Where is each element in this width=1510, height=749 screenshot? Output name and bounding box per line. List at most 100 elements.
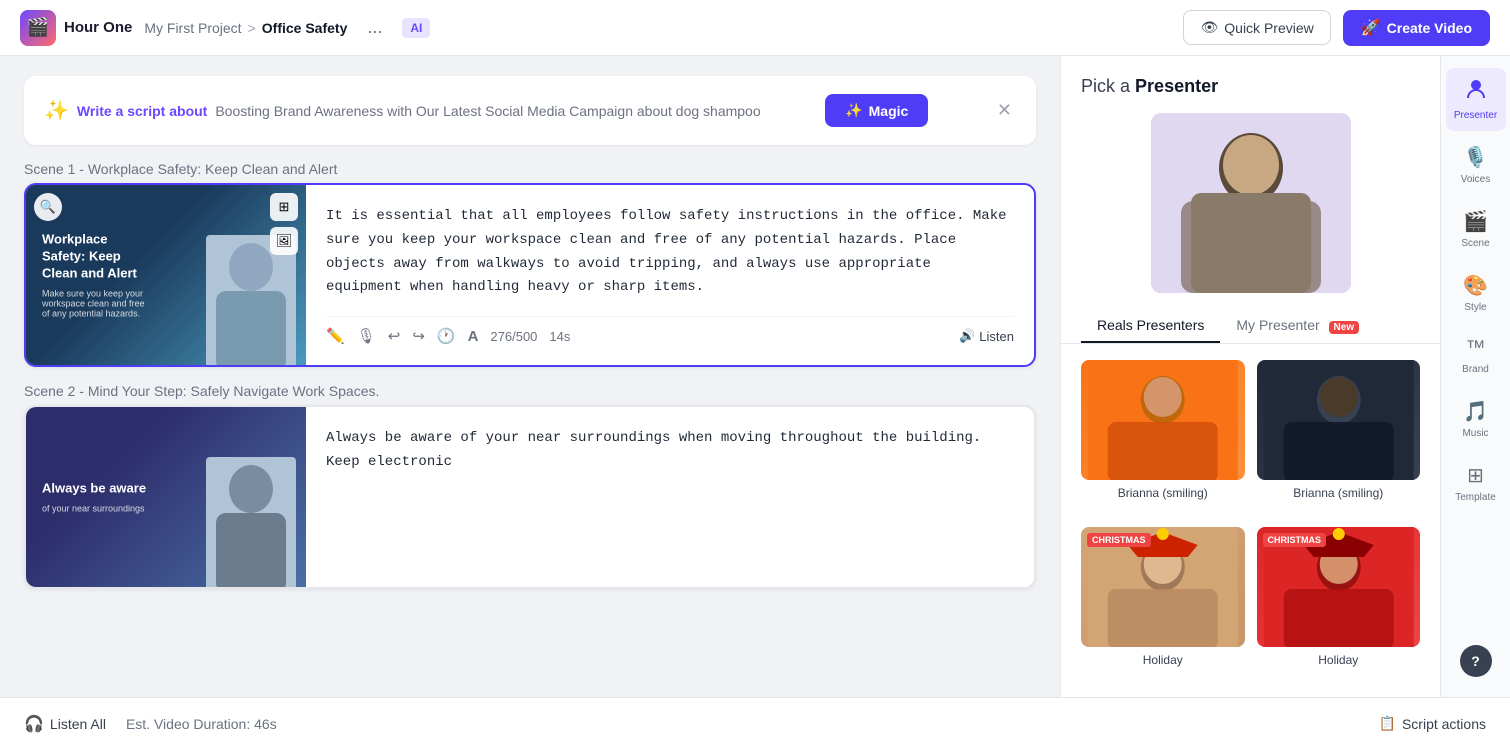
presenter-name-4: Holiday (1318, 653, 1358, 667)
presenter-tabs: Reals Presenters My Presenter New (1061, 309, 1440, 344)
right-panel: Pick a Presenter Reals Presenters My Pre… (1060, 56, 1440, 697)
thumb-image-button[interactable]: 🖼 (270, 227, 298, 255)
eye-icon: 👁 (1200, 19, 1218, 36)
voices-icon: 🎙️ (1463, 145, 1488, 170)
scene-2-label: Scene 2 - Mind Your Step: Safely Navigat… (24, 383, 1036, 399)
magic-button[interactable]: ✨ Magic (825, 94, 928, 127)
scene-2-content (306, 407, 1034, 587)
sidebar-item-style[interactable]: 🎨 Style (1446, 263, 1506, 323)
scene-2-presenter-silhouette (206, 457, 296, 587)
magic-bar: ✨ Write a script about Boosting Brand Aw… (24, 76, 1036, 145)
presenter-card-holiday-1[interactable]: CHRISTMAS Holiday (1081, 527, 1245, 682)
script-area: ✨ Write a script about Boosting Brand Aw… (0, 56, 1060, 697)
christmas-badge-2: CHRISTMAS (1263, 533, 1327, 547)
create-video-button[interactable]: 🚀 Create Video (1343, 10, 1490, 46)
presenter-card-holiday-2[interactable]: CHRISTMAS Holiday (1257, 527, 1421, 682)
tab-reals-presenters[interactable]: Reals Presenters (1081, 309, 1220, 343)
clock-icon: 🕐 (437, 327, 456, 345)
presenter-icon (1465, 78, 1487, 106)
app-logo: 🎬 Hour One (20, 10, 132, 46)
sidebar-item-brand[interactable]: ™ Brand (1446, 327, 1506, 385)
scene-2-thumb-subtitle: of your near surroundings (42, 503, 146, 513)
headphone-icon: 🎧 (24, 714, 44, 734)
sidebar-item-scene[interactable]: 🎬 Scene (1446, 199, 1506, 259)
undo-icon[interactable]: ↩ (388, 327, 401, 345)
write-script-link[interactable]: Write a script about (77, 103, 207, 119)
panel-header: Pick a Presenter (1061, 56, 1440, 97)
selected-presenter-preview (1151, 113, 1351, 293)
app-name: Hour One (64, 19, 132, 36)
volume-icon: 🔊 (959, 328, 975, 344)
magic-star-icon: ✨ (845, 102, 862, 119)
sidebar-voices-label: Voices (1461, 174, 1490, 185)
presenter-img-3: CHRISTMAS (1081, 527, 1245, 647)
estimated-duration: Est. Video Duration: 46s (126, 716, 277, 732)
presenter-grid: Brianna (smiling) Brianna (smiling) C (1061, 344, 1440, 697)
magic-wand-icon: ✨ (44, 98, 69, 123)
ai-badge: AI (402, 18, 430, 38)
scene-2-thumb-text: Always be aware of your near surrounding… (42, 481, 146, 514)
more-options-button[interactable]: ... (359, 13, 390, 42)
sidebar-item-presenter[interactable]: Presenter (1446, 68, 1506, 131)
presenter-name-1: Brianna (smiling) (1118, 486, 1208, 500)
sidebar-style-label: Style (1464, 302, 1486, 313)
presenter-img-2 (1257, 360, 1421, 480)
breadcrumb-separator: > (248, 20, 256, 36)
scene-2-thumb-bg: Always be aware of your near surrounding… (26, 407, 306, 587)
help-button[interactable]: ? (1460, 645, 1492, 677)
presenter-name-2: Brianna (smiling) (1293, 486, 1383, 500)
presenter-name-3: Holiday (1143, 653, 1183, 667)
presenter-img-1 (1081, 360, 1245, 480)
right-sidebar: Presenter 🎙️ Voices 🎬 Scene 🎨 Style ™ Br… (1440, 56, 1510, 697)
breadcrumb-current: Office Safety (262, 20, 348, 36)
scene-1-label: Scene 1 - Workplace Safety: Keep Clean a… (24, 161, 1036, 177)
scene-2-text[interactable] (326, 427, 1014, 567)
sidebar-item-music[interactable]: 🎵 Music (1446, 389, 1506, 449)
scene-icon: 🎬 (1463, 209, 1488, 234)
presenter-card-brianna-2[interactable]: Brianna (smiling) (1257, 360, 1421, 515)
thumb-subtitle: Make sure you keep your workspace clean … (42, 288, 152, 318)
new-badge: New (1329, 321, 1360, 334)
style-icon: 🎨 (1463, 273, 1488, 298)
scene-2-card: Always be aware of your near surrounding… (24, 405, 1036, 589)
close-magic-bar-button[interactable]: ✕ (993, 96, 1016, 125)
presenter-2-svg (1257, 360, 1421, 480)
thumb-title: Workplace Safety: Keep Clean and Alert (42, 232, 152, 283)
sidebar-item-template[interactable]: ⊞ Template (1446, 453, 1506, 513)
thumb-action-icons: ⊞ 🖼 (270, 193, 298, 255)
breadcrumb: My First Project > Office Safety (144, 20, 347, 36)
thumb-search-button[interactable]: 🔍 (34, 193, 62, 221)
selected-presenter-svg (1151, 113, 1351, 293)
mic-icon[interactable]: 🎙 (357, 327, 376, 345)
brand-icon: ™ (1466, 337, 1486, 360)
template-icon: ⊞ (1467, 463, 1484, 488)
word-count: 276/500 (490, 329, 537, 344)
magic-bar-description: Boosting Brand Awareness with Our Latest… (215, 103, 760, 119)
quick-preview-button[interactable]: 👁 Quick Preview (1183, 10, 1330, 45)
sidebar-scene-label: Scene (1461, 238, 1489, 249)
thumb-layout-button[interactable]: ⊞ (270, 193, 298, 221)
presenter-img-4: CHRISTMAS (1257, 527, 1421, 647)
scene-1-text[interactable] (326, 205, 1014, 304)
listen-all-button[interactable]: 🎧 Listen All (24, 714, 106, 734)
main-layout: ✨ Write a script about Boosting Brand Aw… (0, 56, 1510, 697)
scene-2-container: Scene 2 - Mind Your Step: Safely Navigat… (24, 383, 1036, 589)
script-actions-button[interactable]: 📋 Script actions (1379, 715, 1486, 732)
presenter-card-brianna-1[interactable]: Brianna (smiling) (1081, 360, 1245, 515)
logo-icon: 🎬 (20, 10, 56, 46)
edit-icon[interactable]: ✏️ (326, 327, 345, 345)
magic-bar-left: ✨ Write a script about Boosting Brand Aw… (44, 98, 761, 123)
sidebar-item-voices[interactable]: 🎙️ Voices (1446, 135, 1506, 195)
breadcrumb-parent[interactable]: My First Project (144, 20, 241, 36)
christmas-badge-1: CHRISTMAS (1087, 533, 1151, 547)
scene-1-thumbnail: Workplace Safety: Keep Clean and Alert M… (26, 185, 306, 365)
listen-button[interactable]: 🔊 Listen (959, 328, 1014, 344)
presenter-svg-icon (1465, 78, 1487, 100)
sidebar-music-label: Music (1462, 428, 1488, 439)
scene-2-thumb-title: Always be aware (42, 481, 146, 498)
scene-1-content: ✏️ 🎙 ↩ ↪ 🕐 A 276/500 14s 🔊 Listen (306, 185, 1034, 365)
redo-icon[interactable]: ↪ (412, 327, 425, 345)
sidebar-template-label: Template (1455, 492, 1496, 503)
presenter-preview-area (1061, 97, 1440, 309)
tab-my-presenter[interactable]: My Presenter New (1220, 309, 1375, 343)
